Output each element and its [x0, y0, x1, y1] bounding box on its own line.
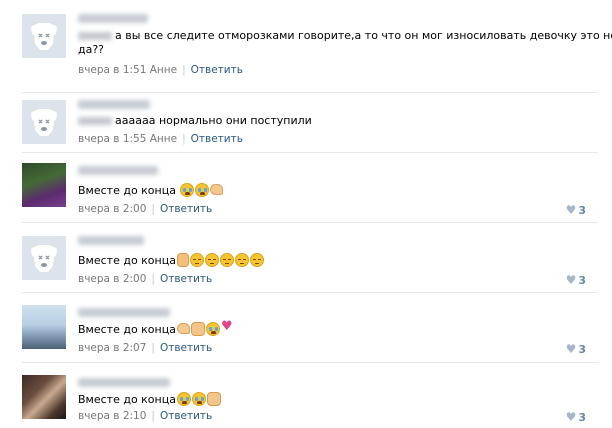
user-avatar[interactable] — [22, 305, 66, 349]
comment-meta: вчера в 2:07 | Ответить — [78, 342, 212, 355]
crying-emoji — [191, 392, 206, 406]
crying-emoji — [176, 392, 191, 406]
like-count: 3 — [578, 204, 586, 217]
crying-emoji — [195, 183, 210, 197]
reply-link[interactable]: Ответить — [191, 64, 243, 76]
fist-emoji — [206, 392, 221, 406]
comment-meta: вчера в 2:00 | Ответить — [78, 203, 212, 216]
comment-text: Вместе до конца — [78, 183, 224, 198]
mention-link[interactable] — [78, 32, 112, 40]
flexed-biceps-emoji — [210, 184, 224, 195]
comment-meta: вчера в 2:00 | Ответить — [78, 273, 212, 286]
like-button[interactable]: ♥ 3 — [566, 273, 586, 287]
mention-link[interactable] — [78, 117, 112, 125]
like-count: 3 — [578, 343, 586, 356]
reply-link[interactable]: Ответить — [160, 273, 212, 285]
avatar-image — [22, 375, 66, 419]
like-button[interactable]: ♥ 3 — [566, 203, 586, 217]
comment-text: Вместе до конца — [78, 253, 264, 268]
meta-divider: | — [151, 410, 155, 422]
timestamp[interactable]: вчера в 1:55 Анне — [78, 133, 177, 145]
pensive-emoji — [219, 253, 234, 267]
timestamp[interactable]: вчера в 2:00 — [78, 273, 146, 285]
comment-text: аааааа нормально они поступили — [78, 114, 312, 128]
like-count: 3 — [578, 411, 586, 424]
fist-emoji — [190, 322, 205, 336]
user-avatar[interactable] — [22, 375, 66, 419]
meta-divider: | — [182, 64, 186, 76]
timestamp[interactable]: вчера в 1:51 Анне — [78, 64, 177, 76]
like-button[interactable]: ♥ 3 — [566, 342, 586, 356]
default-avatar[interactable] — [22, 14, 66, 58]
timestamp[interactable]: вчера в 2:00 — [78, 203, 146, 215]
timestamp[interactable]: вчера в 2:10 — [78, 410, 146, 422]
pensive-emoji — [249, 253, 264, 267]
comment-text: Вместе до конца — [78, 320, 233, 337]
comment-item: а вы все следите отморозками говорите,а … — [0, 0, 612, 92]
reply-link[interactable]: Ответить — [160, 410, 212, 422]
heart-icon: ♥ — [565, 273, 577, 287]
like-count: 3 — [578, 274, 586, 287]
crying-emoji — [180, 183, 195, 197]
comment-meta: вчера в 1:51 Анне | Ответить — [78, 64, 243, 77]
crying-emoji — [205, 322, 220, 336]
heart-icon: ♥ — [565, 203, 577, 217]
meta-divider: | — [151, 273, 155, 285]
heart-icon: ♥ — [565, 342, 577, 356]
author-name[interactable] — [78, 166, 158, 175]
author-name[interactable] — [78, 236, 144, 245]
default-avatar[interactable] — [22, 100, 66, 144]
avatar-image — [22, 305, 66, 349]
comment-meta: вчера в 1:55 Анне | Ответить — [78, 133, 243, 146]
reply-link[interactable]: Ответить — [191, 133, 243, 145]
dog-icon — [31, 109, 57, 136]
reply-link[interactable]: Ответить — [160, 342, 212, 354]
flexed-biceps-emoji — [176, 323, 190, 334]
dog-icon — [31, 23, 57, 50]
like-button[interactable]: ♥ 3 — [566, 410, 586, 424]
timestamp[interactable]: вчера в 2:07 — [78, 342, 146, 354]
comment-item: Вместе до конца вчера в 2:00 | Ответить ♥ 3 — [0, 152, 612, 222]
heart-emoji — [221, 320, 233, 334]
comment-text-continued: да?? — [78, 43, 105, 56]
comments-list: а вы все следите отморозками говорите,а … — [0, 0, 612, 428]
comment-text: Вместе до конца — [78, 392, 221, 407]
pensive-emoji — [189, 253, 204, 267]
author-name[interactable] — [78, 378, 170, 387]
author-name[interactable] — [78, 100, 150, 109]
comment-text: а вы все следите отморозками говорите,а … — [78, 29, 612, 43]
pensive-emoji — [234, 253, 249, 267]
user-avatar[interactable] — [22, 163, 66, 207]
pensive-emoji — [204, 253, 219, 267]
heart-icon: ♥ — [565, 410, 577, 424]
comment-item: Вместе до конца вчера в 2:10 | Ответить ♥ 3 — [0, 362, 612, 428]
author-name[interactable] — [78, 14, 148, 23]
avatar-image — [22, 163, 66, 207]
comment-meta: вчера в 2:10 | Ответить — [78, 410, 212, 423]
default-avatar[interactable] — [22, 236, 66, 280]
comment-item: Вместе до конца вчера в 2:07 | Ответить ♥3 — [0, 292, 612, 362]
meta-divider: | — [151, 203, 155, 215]
raised-hand-emoji — [176, 253, 189, 267]
comment-item: аааааа нормально они поступили вчера в 1… — [0, 92, 612, 152]
meta-divider: | — [182, 133, 186, 145]
dog-icon — [31, 245, 57, 272]
meta-divider: | — [151, 342, 155, 354]
reply-link[interactable]: Ответить — [160, 203, 212, 215]
comment-item: Вместе до конца вчера в 2:00 | Ответить ♥ 3 — [0, 222, 612, 292]
author-name[interactable] — [78, 308, 170, 317]
